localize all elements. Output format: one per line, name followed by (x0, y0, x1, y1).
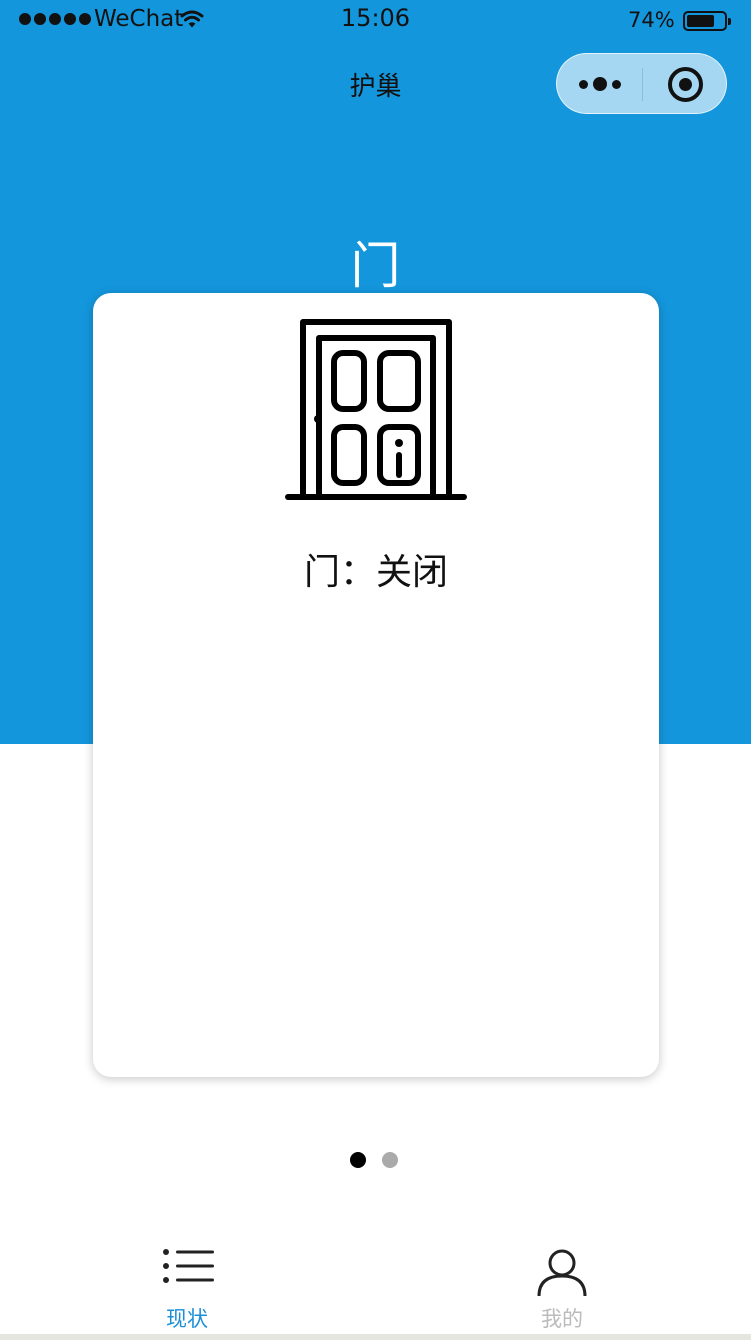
door-icon (285, 319, 467, 500)
door-status-text: 门：关闭 (303, 552, 448, 593)
device-status-card[interactable]: 门：关闭 (93, 293, 659, 1077)
target-circle-icon[interactable] (668, 67, 703, 102)
tab-mine[interactable]: 我的 (492, 1234, 632, 1334)
page-dot[interactable] (382, 1152, 398, 1168)
tab-status[interactable]: 现状 (117, 1234, 257, 1334)
tab-status-label: 现状 (166, 1307, 208, 1331)
user-icon (537, 1249, 587, 1297)
page-dot[interactable] (350, 1152, 366, 1168)
page-indicator (350, 1152, 398, 1168)
battery-percentage: 74% (628, 8, 675, 32)
battery-icon (683, 11, 731, 31)
status-bar: WeChat 15:06 74% (0, 0, 751, 40)
tab-mine-label: 我的 (541, 1307, 583, 1331)
bottom-tab-bar: 现状 我的 (0, 1234, 751, 1334)
device-section-title: 门 (350, 237, 401, 295)
mini-program-capsule (556, 53, 727, 114)
app-screen: WeChat 15:06 74% 护巢 门 门：关闭 现状 我的 (0, 0, 751, 1340)
more-dots-icon[interactable] (579, 77, 621, 91)
home-indicator-strip (0, 1334, 751, 1340)
battery-level-fill (687, 15, 714, 27)
capsule-divider (642, 68, 643, 101)
list-icon (163, 1249, 214, 1283)
